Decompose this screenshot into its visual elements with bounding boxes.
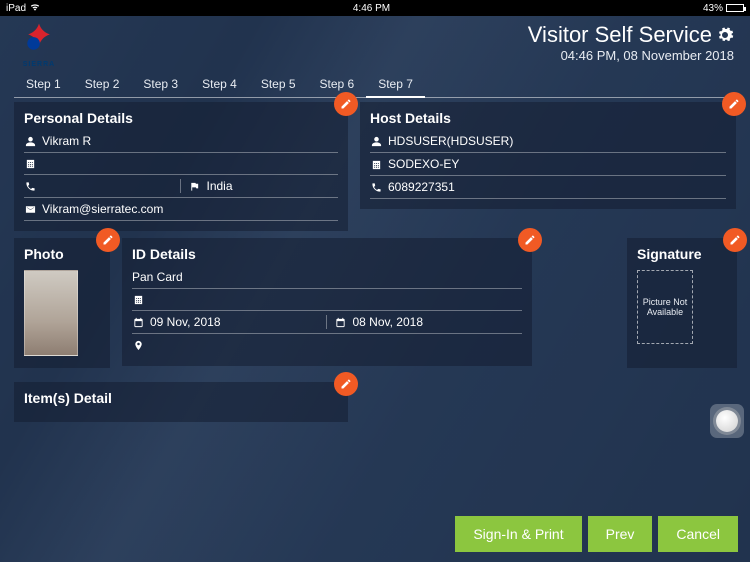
personal-country: India <box>207 179 339 193</box>
host-name: HDSUSER(HDSUSER) <box>388 134 726 148</box>
footer-actions: Sign-In & Print Prev Cancel <box>455 516 738 552</box>
edit-photo-button[interactable] <box>96 228 120 252</box>
panel-host-details: Host Details HDSUSER(HDSUSER) SODEXO-EY … <box>360 102 736 209</box>
battery-icon <box>726 4 744 12</box>
brand-logo: SIERRA <box>14 20 64 68</box>
step-tabs: Step 1 Step 2 Step 3 Step 4 Step 5 Step … <box>14 72 736 98</box>
panel-personal-details: Personal Details Vikram R India Vikram@s… <box>14 102 348 231</box>
tab-step-5[interactable]: Step 5 <box>249 72 308 97</box>
personal-title: Personal Details <box>24 110 338 130</box>
tab-step-4[interactable]: Step 4 <box>190 72 249 97</box>
id-expiry-date: 08 Nov, 2018 <box>353 315 523 329</box>
personal-name: Vikram R <box>42 134 338 148</box>
host-phone: 6089227351 <box>388 180 726 194</box>
gear-icon[interactable] <box>716 26 734 44</box>
tab-step-1[interactable]: Step 1 <box>14 72 73 97</box>
visitor-photo[interactable] <box>24 270 78 356</box>
flag-icon <box>189 181 201 192</box>
prev-button[interactable]: Prev <box>588 516 653 552</box>
panel-items-detail: Item(s) Detail <box>14 382 348 422</box>
tab-step-6[interactable]: Step 6 <box>308 72 367 97</box>
id-issue-date: 09 Nov, 2018 <box>150 315 320 329</box>
id-type: Pan Card <box>132 270 522 284</box>
user-icon <box>24 136 36 147</box>
personal-email: Vikram@sierratec.com <box>42 202 338 216</box>
device-label: iPad <box>6 3 26 14</box>
host-company: SODEXO-EY <box>388 157 726 171</box>
cancel-button[interactable]: Cancel <box>658 516 738 552</box>
status-time: 4:46 PM <box>40 3 703 14</box>
battery-percent: 43% <box>703 3 723 14</box>
email-icon <box>24 204 36 215</box>
wifi-icon <box>30 3 40 14</box>
tab-step-7[interactable]: Step 7 <box>366 72 425 98</box>
items-title: Item(s) Detail <box>24 390 338 410</box>
tab-step-2[interactable]: Step 2 <box>73 72 132 97</box>
marker-icon <box>132 340 144 351</box>
status-bar: iPad 4:46 PM 43% <box>0 0 750 16</box>
panel-signature: Signature Picture Not Available <box>627 238 737 368</box>
edit-id-button[interactable] <box>518 228 542 252</box>
assistive-touch[interactable] <box>710 404 744 438</box>
page-title-text: Visitor Self Service <box>528 22 712 48</box>
phone-icon <box>24 181 36 192</box>
calendar-icon <box>132 317 144 328</box>
user-icon <box>370 136 382 147</box>
calendar-icon <box>335 317 347 328</box>
edit-items-button[interactable] <box>334 372 358 396</box>
signature-title: Signature <box>637 246 727 266</box>
phone-icon <box>370 182 382 193</box>
page-title: Visitor Self Service <box>528 22 734 48</box>
edit-host-button[interactable] <box>722 92 746 116</box>
id-title: ID Details <box>132 246 522 266</box>
edit-personal-button[interactable] <box>334 92 358 116</box>
host-title: Host Details <box>370 110 726 130</box>
signature-placeholder-text: Picture Not Available <box>640 297 690 317</box>
photo-title: Photo <box>24 246 100 266</box>
building-icon <box>24 158 36 169</box>
page-datetime: 04:46 PM, 08 November 2018 <box>528 48 734 63</box>
brand-text: SIERRA <box>14 61 64 68</box>
signature-placeholder[interactable]: Picture Not Available <box>637 270 693 344</box>
building-icon <box>370 159 382 170</box>
edit-signature-button[interactable] <box>723 228 747 252</box>
signin-print-button[interactable]: Sign-In & Print <box>455 516 581 552</box>
building-icon <box>132 294 144 305</box>
panel-photo: Photo <box>14 238 110 368</box>
tab-step-3[interactable]: Step 3 <box>131 72 190 97</box>
panel-id-details: ID Details Pan Card 09 Nov, 2018 08 Nov,… <box>122 238 532 366</box>
